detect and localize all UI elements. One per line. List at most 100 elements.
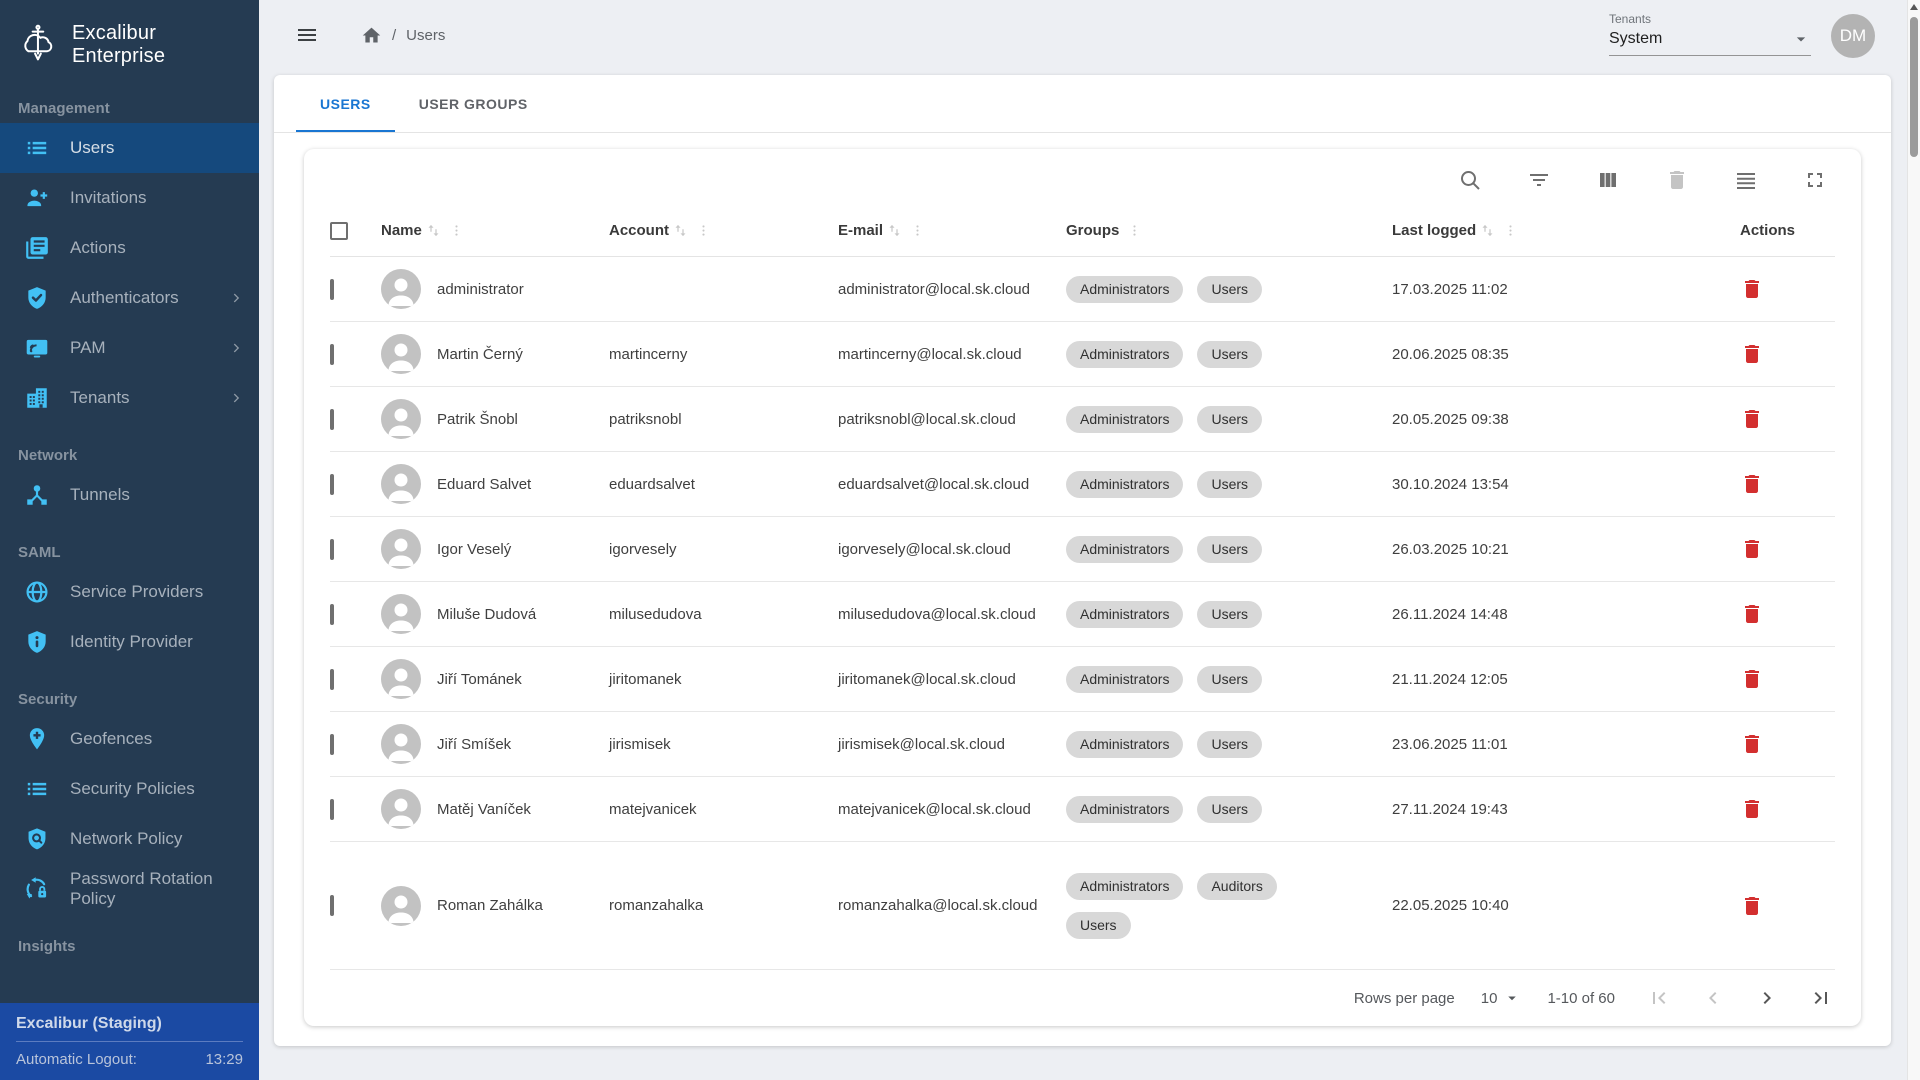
sidebar-item-label: Users xyxy=(70,138,114,158)
menu-icon[interactable] xyxy=(295,23,319,47)
previous-page-icon[interactable] xyxy=(1701,986,1725,1010)
row-checkbox[interactable] xyxy=(330,474,334,495)
fullscreen-icon[interactable] xyxy=(1803,168,1827,192)
column-menu-icon[interactable] xyxy=(910,223,925,238)
last-page-icon[interactable] xyxy=(1809,986,1833,1010)
sort-icon[interactable] xyxy=(673,223,688,238)
delete-user-icon[interactable] xyxy=(1740,407,1764,431)
scrollbar-thumb[interactable] xyxy=(1910,17,1918,157)
sidebar-item-geofences[interactable]: Geofences xyxy=(0,714,259,764)
sidebar-item-actions[interactable]: Actions xyxy=(0,223,259,273)
table-row: Roman Zahálka romanzahalka romanzahalka@… xyxy=(330,842,1835,970)
group-chip: Administrators xyxy=(1066,406,1183,433)
user-name: Jiří Smíšek xyxy=(437,736,511,753)
person-avatar-icon xyxy=(381,659,421,699)
chevron-right-icon xyxy=(229,340,245,356)
select-all-checkbox[interactable] xyxy=(330,222,348,240)
delete-user-icon[interactable] xyxy=(1740,277,1764,301)
sidebar-item-tenants[interactable]: Tenants xyxy=(0,373,259,423)
delete-user-icon[interactable] xyxy=(1740,667,1764,691)
page-scrollbar[interactable] xyxy=(1907,0,1920,1080)
column-menu-icon[interactable] xyxy=(696,223,711,238)
row-checkbox[interactable] xyxy=(330,604,334,625)
row-checkbox[interactable] xyxy=(330,669,334,690)
sidebar-section-network: Network xyxy=(0,423,259,470)
sort-icon[interactable] xyxy=(887,223,902,238)
group-chip: Administrators xyxy=(1066,471,1183,498)
table-row: Miluše Dudová milusedudova milusedudova@… xyxy=(330,582,1835,647)
environment-name: Excalibur (Staging) xyxy=(14,1011,245,1041)
column-menu-icon[interactable] xyxy=(1127,223,1142,238)
group-chip: Users xyxy=(1197,536,1262,563)
user-account: jirismisek xyxy=(609,736,838,753)
column-menu-icon[interactable] xyxy=(1503,223,1518,238)
group-chip: Users xyxy=(1197,276,1262,303)
table-toolbar xyxy=(330,149,1835,205)
sidebar-item-authenticators[interactable]: Authenticators xyxy=(0,273,259,323)
tenant-select[interactable]: Tenants System xyxy=(1609,12,1811,56)
sidebar-item-tunnels[interactable]: Tunnels xyxy=(0,470,259,520)
user-name: Roman Zahálka xyxy=(437,897,543,914)
sidebar-item-invitations[interactable]: Invitations xyxy=(0,173,259,223)
column-header-groups[interactable]: Groups xyxy=(1066,222,1392,239)
delete-selected-icon[interactable] xyxy=(1665,168,1689,192)
tab-user-groups[interactable]: USER GROUPS xyxy=(395,75,552,132)
sort-icon[interactable] xyxy=(1480,223,1495,238)
delete-user-icon[interactable] xyxy=(1740,537,1764,561)
delete-user-icon[interactable] xyxy=(1740,602,1764,626)
delete-user-icon[interactable] xyxy=(1740,732,1764,756)
row-checkbox[interactable] xyxy=(330,734,334,755)
row-checkbox[interactable] xyxy=(330,279,334,300)
column-menu-icon[interactable] xyxy=(449,223,464,238)
group-chip: Auditors xyxy=(1197,873,1276,900)
user-account: jiritomanek xyxy=(609,671,838,688)
sort-icon[interactable] xyxy=(426,223,441,238)
scroll-up-icon[interactable] xyxy=(1910,4,1918,10)
row-checkbox[interactable] xyxy=(330,409,334,430)
sidebar-item-label: Identity Provider xyxy=(70,632,193,652)
sidebar-item-users[interactable]: Users xyxy=(0,123,259,173)
delete-user-icon[interactable] xyxy=(1740,894,1764,918)
user-avatar[interactable]: DM xyxy=(1831,14,1875,58)
brand-name: Excalibur Enterprise xyxy=(72,22,245,68)
tab-users[interactable]: USERS xyxy=(296,75,395,132)
rows-per-page-select[interactable]: 10 xyxy=(1481,989,1522,1007)
user-email: eduardsalvet@local.sk.cloud xyxy=(838,476,1066,493)
delete-user-icon[interactable] xyxy=(1740,472,1764,496)
sidebar-item-security-policies[interactable]: Security Policies xyxy=(0,764,259,814)
user-email: patriksnobl@local.sk.cloud xyxy=(838,411,1066,428)
sidebar-item-identity-provider[interactable]: Identity Provider xyxy=(0,617,259,667)
sidebar-item-password-rotation-policy[interactable]: Password Rotation Policy xyxy=(0,864,259,914)
column-header-name[interactable]: Name xyxy=(381,222,609,239)
search-icon[interactable] xyxy=(1458,168,1482,192)
sidebar-item-network-policy[interactable]: Network Policy xyxy=(0,814,259,864)
row-checkbox[interactable] xyxy=(330,344,334,365)
delete-user-icon[interactable] xyxy=(1740,797,1764,821)
tabbar: USERS USER GROUPS xyxy=(274,75,1891,133)
breadcrumb-separator: / xyxy=(392,27,396,44)
column-header-last-logged[interactable]: Last logged xyxy=(1392,222,1704,239)
last-logged: 20.05.2025 09:38 xyxy=(1392,411,1704,428)
rows-per-page-value: 10 xyxy=(1481,990,1498,1007)
person-avatar-icon xyxy=(381,464,421,504)
globe-icon xyxy=(24,579,50,605)
filter-icon[interactable] xyxy=(1527,168,1551,192)
shield-check-icon xyxy=(24,285,50,311)
sidebar-item-pam[interactable]: PAM xyxy=(0,323,259,373)
column-header-email[interactable]: E-mail xyxy=(838,222,1066,239)
app-root: Excalibur Enterprise Management Users In… xyxy=(0,0,1920,1080)
sidebar-item-label: Tenants xyxy=(70,388,130,408)
sidebar-item-service-providers[interactable]: Service Providers xyxy=(0,567,259,617)
delete-user-icon[interactable] xyxy=(1740,342,1764,366)
chevron-right-icon xyxy=(229,290,245,306)
density-icon[interactable] xyxy=(1734,168,1758,192)
columns-icon[interactable] xyxy=(1596,168,1620,192)
row-checkbox[interactable] xyxy=(330,539,334,560)
column-header-account[interactable]: Account xyxy=(609,222,838,239)
row-checkbox[interactable] xyxy=(330,895,334,916)
home-icon[interactable] xyxy=(361,25,382,46)
next-page-icon[interactable] xyxy=(1755,986,1779,1010)
sidebar-item-label: Network Policy xyxy=(70,829,182,849)
first-page-icon[interactable] xyxy=(1647,986,1671,1010)
row-checkbox[interactable] xyxy=(330,799,334,820)
